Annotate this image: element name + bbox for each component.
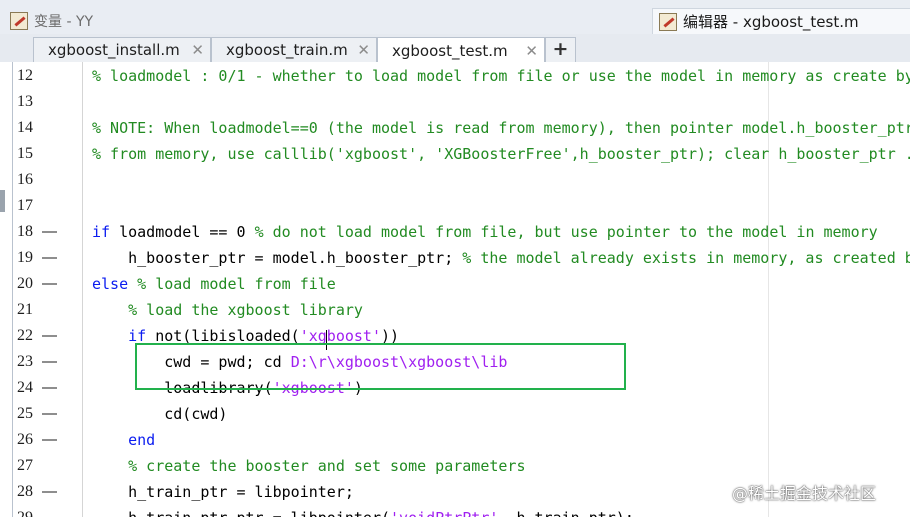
code-text[interactable]: % NOTE: When loadmodel==0 (the model is …	[92, 115, 910, 141]
line-number: 26	[17, 431, 33, 448]
code-line[interactable]: 16	[0, 167, 910, 193]
code-text[interactable]: h_train_ptr_ptr = libpointer('voidPtrPtr…	[92, 505, 634, 517]
code-line[interactable]: 18 — if loadmodel == 0 % do not load model…	[0, 219, 910, 245]
line-number: 14	[17, 119, 33, 136]
breakpoint-marker[interactable]: —	[42, 427, 57, 453]
code-line[interactable]: 21 % load the xgboost library	[0, 297, 910, 323]
line-number: 21	[17, 301, 33, 318]
line-number: 19	[17, 249, 33, 266]
code-line[interactable]: 15 % from memory, use calllib('xgboost', …	[0, 141, 910, 167]
line-number: 15	[17, 145, 33, 162]
line-number: 20	[17, 275, 33, 292]
line-number: 13	[17, 93, 33, 110]
breakpoint-marker[interactable]: —	[42, 245, 57, 271]
breakpoint-marker[interactable]: —	[42, 479, 57, 505]
code-text[interactable]: % load the xgboost library	[92, 297, 363, 323]
line-number: 12	[17, 67, 33, 84]
top-header-bar: 变量 - YY 编辑器 - xgboost_test.m	[0, 0, 910, 35]
breakpoint-marker[interactable]: —	[42, 349, 57, 375]
line-number: 25	[17, 405, 33, 422]
line-number: 29	[17, 505, 37, 517]
tab-xgboost-install[interactable]: xgboost_install.m ✕	[33, 37, 211, 62]
editor-icon	[659, 12, 677, 31]
tab-label: xgboost_install.m	[48, 41, 180, 59]
line-number: 28	[17, 483, 33, 500]
watermark: @稀土掘金技术社区	[732, 484, 877, 503]
highlight-box	[135, 343, 626, 390]
tab-xgboost-train[interactable]: xgboost_train.m ✕	[211, 37, 377, 62]
code-text[interactable]: h_train_ptr = libpointer;	[92, 479, 354, 505]
code-text[interactable]: cd(cwd)	[92, 401, 227, 427]
code-text[interactable]: % create the booster and set some parame…	[92, 453, 525, 479]
breakpoint-marker[interactable]: —	[42, 271, 57, 297]
line-number: 22	[17, 327, 33, 344]
code-line[interactable]: 27 % create the booster and set some par…	[0, 453, 910, 479]
editor-panel-title: 编辑器 - xgboost_test.m	[683, 13, 859, 31]
breakpoint-marker[interactable]: —	[42, 219, 57, 245]
code-line[interactable]: 20 — else % load model from file	[0, 271, 910, 297]
tab-label: xgboost_test.m	[392, 41, 508, 60]
close-icon[interactable]: ✕	[525, 42, 538, 60]
editor-tab-bar: xgboost_install.m ✕ xgboost_train.m ✕ xg…	[0, 34, 910, 63]
line-number: 27	[17, 457, 33, 474]
code-text[interactable]: % loadmodel : 0/1 - whether to load mode…	[92, 63, 910, 89]
variables-icon	[10, 12, 28, 30]
code-line[interactable]: 25 — cd(cwd)	[0, 401, 910, 427]
code-text[interactable]: % from memory, use calllib('xgboost', 'X…	[92, 141, 910, 167]
line-number: 16	[17, 171, 33, 188]
code-line[interactable]: 14 % NOTE: When loadmodel==0 (the model i…	[0, 115, 910, 141]
editor-panel-header[interactable]: 编辑器 - xgboost_test.m	[652, 8, 910, 34]
code-line[interactable]: 29 — h_train_ptr_ptr = libpointer('voidPt…	[0, 505, 910, 517]
code-editor[interactable]: 12 % loadmodel : 0/1 - whether to load mo…	[0, 62, 910, 517]
breakpoint-marker[interactable]: —	[42, 401, 57, 427]
tab-xgboost-test[interactable]: xgboost_test.m ✕	[377, 37, 545, 63]
close-icon[interactable]: ✕	[357, 41, 370, 59]
code-line[interactable]: 17	[0, 193, 910, 219]
workspace-panel-header[interactable]: 变量 - YY	[10, 10, 93, 32]
workspace-panel-title: 变量 - YY	[34, 14, 94, 30]
code-line[interactable]: 19 — h_booster_ptr = model.h_booster_ptr;…	[0, 245, 910, 271]
line-number: 24	[17, 379, 33, 396]
code-text[interactable]: else % load model from file	[92, 271, 336, 297]
line-number: 17	[17, 197, 33, 214]
code-text[interactable]: if loadmodel == 0 % do not load model fr…	[92, 219, 878, 245]
code-line[interactable]: 12 % loadmodel : 0/1 - whether to load mo…	[0, 63, 910, 89]
close-icon[interactable]: ✕	[191, 41, 204, 59]
breakpoint-marker[interactable]: —	[42, 375, 57, 401]
breakpoint-marker[interactable]: —	[42, 323, 57, 349]
code-text[interactable]: end	[92, 427, 155, 453]
breakpoint-marker[interactable]: —	[42, 505, 57, 517]
tab-label: xgboost_train.m	[226, 41, 348, 59]
code-line[interactable]: 13	[0, 89, 910, 115]
code-text[interactable]: h_booster_ptr = model.h_booster_ptr; % t…	[92, 245, 910, 271]
line-number: 18	[17, 223, 33, 240]
new-tab-button[interactable]: +	[545, 37, 576, 62]
code-line[interactable]: 26 — end	[0, 427, 910, 453]
line-number: 23	[17, 353, 33, 370]
